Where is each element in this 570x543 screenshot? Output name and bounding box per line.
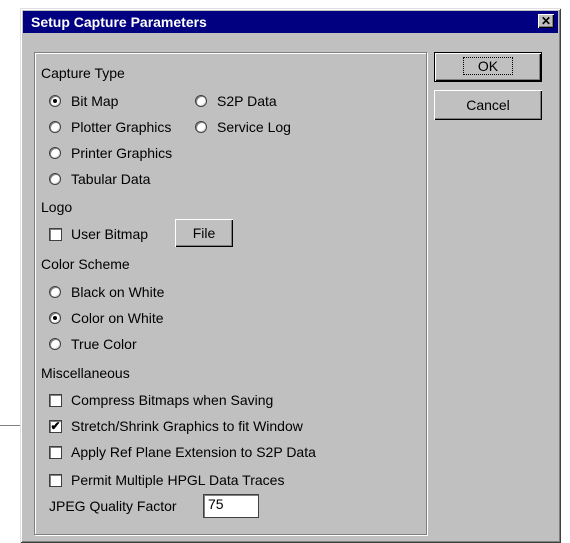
radio-bit-map-label: Bit Map [71,93,119,109]
jpeg-quality-label: JPEG Quality Factor [49,498,177,514]
radio-s2p-data[interactable] [195,95,207,107]
radio-service-log-label: Service Log [217,119,291,135]
radio-true-color-label: True Color [71,336,137,352]
stretch-shrink-checkbox[interactable]: ✔ [49,420,62,433]
background-line [0,425,20,426]
ok-button[interactable]: OK [434,52,542,82]
ok-button-label: OK [462,57,514,75]
dialog-title: Setup Capture Parameters [31,14,207,30]
cancel-button[interactable]: Cancel [434,90,542,120]
radio-plotter-graphics-label: Plotter Graphics [71,119,172,135]
logo-heading: Logo [41,199,73,215]
radio-true-color[interactable] [49,338,61,350]
user-bitmap-label: User Bitmap [71,226,149,242]
apply-ref-plane-label: Apply Ref Plane Extension to S2P Data [71,444,316,460]
compress-bitmaps-checkbox[interactable] [49,394,62,407]
setup-capture-dialog: Setup Capture Parameters ✕ Capture Type … [20,8,561,543]
radio-service-log[interactable] [195,121,207,133]
radio-s2p-data-label: S2P Data [217,93,277,109]
user-bitmap-checkbox[interactable] [49,228,62,241]
permit-multiple-hpgl-label: Permit Multiple HPGL Data Traces [71,472,285,488]
radio-color-on-white-label: Color on White [71,310,164,326]
radio-color-on-white[interactable] [49,312,61,324]
permit-multiple-hpgl-checkbox[interactable] [49,474,62,487]
radio-tabular-data[interactable] [49,173,61,185]
close-button[interactable]: ✕ [538,14,554,28]
compress-bitmaps-label: Compress Bitmaps when Saving [71,392,274,408]
radio-plotter-graphics[interactable] [49,121,61,133]
color-scheme-heading: Color Scheme [41,256,130,272]
radio-black-on-white[interactable] [49,286,61,298]
radio-tabular-data-label: Tabular Data [71,171,151,187]
capture-type-heading: Capture Type [41,65,125,81]
options-group: Capture Type Bit Map Plotter Graphics Pr… [34,52,427,535]
title-bar: Setup Capture Parameters ✕ [23,11,558,33]
radio-black-on-white-label: Black on White [71,284,165,300]
misc-heading: Miscellaneous [41,365,130,381]
jpeg-quality-input[interactable]: 75 [203,494,259,518]
file-button[interactable]: File [175,219,233,247]
stretch-shrink-label: Stretch/Shrink Graphics to fit Window [71,418,303,434]
apply-ref-plane-checkbox[interactable] [49,446,62,459]
radio-printer-graphics[interactable] [49,147,61,159]
radio-printer-graphics-label: Printer Graphics [71,145,173,161]
radio-bit-map[interactable] [49,95,61,107]
